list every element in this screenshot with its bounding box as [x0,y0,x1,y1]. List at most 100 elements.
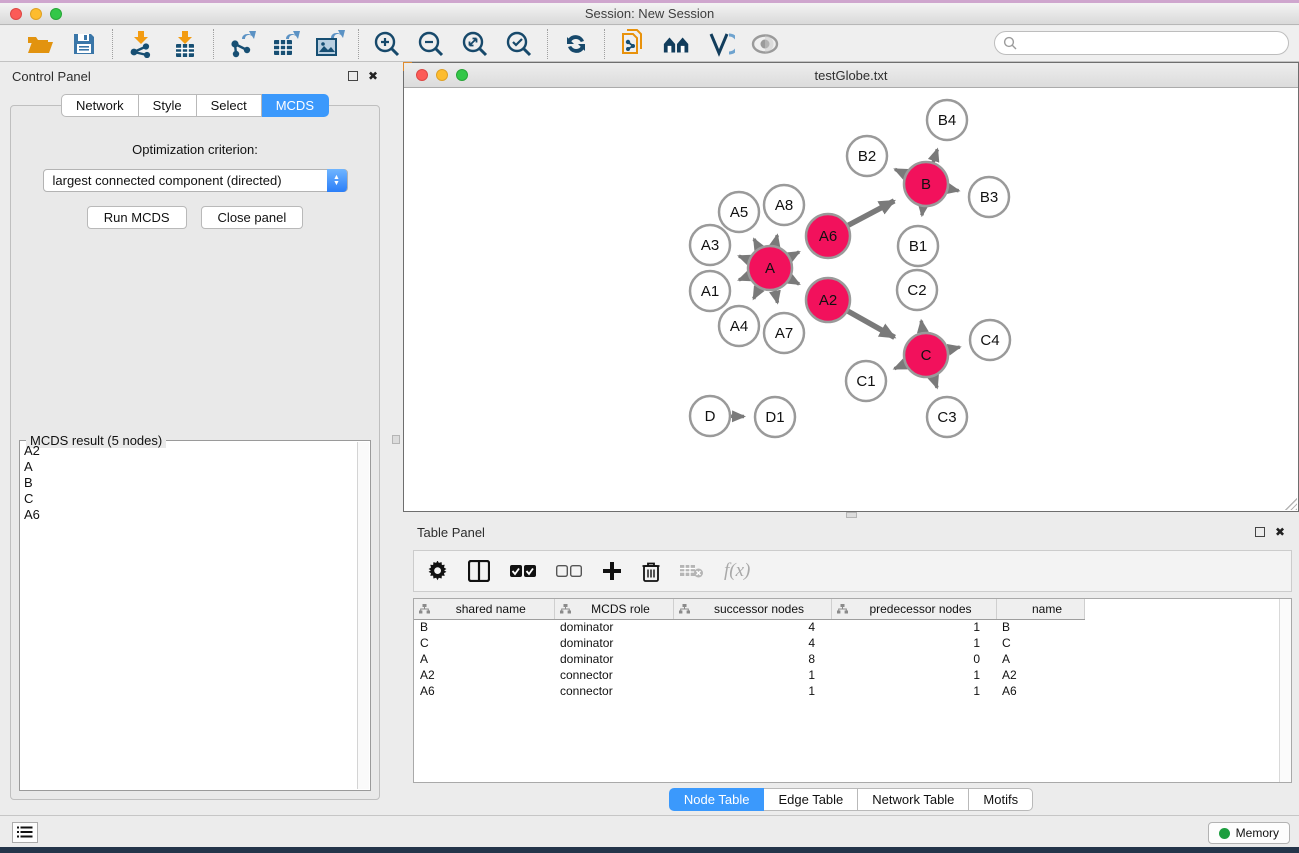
result-scrollbar[interactable] [357,442,369,789]
table-cell[interactable]: A2 [414,667,554,683]
table-cell[interactable]: C [414,635,554,651]
clone-network-icon[interactable] [618,29,648,59]
node-A2[interactable]: A2 [806,278,850,322]
table-cell[interactable]: 4 [673,619,831,635]
show-all-columns-icon[interactable] [510,565,536,578]
result-item[interactable]: A2 [24,443,356,459]
network-graph[interactable]: B4B2BB3A8A5A6A3B1AC2A1A2A4A7C4CC1C3DD1 [404,88,1298,511]
result-item[interactable]: A [24,459,356,475]
table-cell[interactable]: 4 [673,635,831,651]
table-cell[interactable]: A2 [996,667,1084,683]
table-cell[interactable]: C [996,635,1084,651]
function-builder-icon[interactable]: f(x) [724,560,750,582]
table-scrollbar[interactable] [1279,599,1291,782]
node-A3[interactable]: A3 [690,225,730,265]
table-cell[interactable]: A [414,651,554,667]
zoom-in-icon[interactable] [372,29,402,59]
node-B4[interactable]: B4 [927,100,967,140]
column-header-MCDS-role[interactable]: MCDS role [554,599,673,619]
open-session-icon[interactable] [25,29,55,59]
hide-panel-eye-icon[interactable] [750,29,780,59]
float-panel-icon[interactable] [348,71,358,81]
node-C[interactable]: C [904,333,948,377]
table-row[interactable]: Cdominator41C [414,635,1084,651]
node-C2[interactable]: C2 [897,270,937,310]
zoom-out-icon[interactable] [416,29,446,59]
table-cell[interactable]: A [996,651,1084,667]
refresh-layout-icon[interactable] [561,29,591,59]
node-C4[interactable]: C4 [970,320,1010,360]
table-cell[interactable]: dominator [554,651,673,667]
import-table-icon[interactable] [170,29,200,59]
node-A[interactable]: A [748,246,792,290]
export-table-icon[interactable] [271,29,301,59]
node-C3[interactable]: C3 [927,397,967,437]
node-A4[interactable]: A4 [719,306,759,346]
table-cell[interactable]: 1 [831,635,996,651]
result-item[interactable]: A6 [24,507,356,523]
run-mcds-button[interactable]: Run MCDS [87,206,187,229]
node-B2[interactable]: B2 [847,136,887,176]
table-cell[interactable]: connector [554,667,673,683]
hide-all-columns-icon[interactable] [556,565,582,578]
table-cell[interactable]: 1 [831,667,996,683]
table-cell[interactable]: 1 [673,667,831,683]
column-browser-icon[interactable] [468,560,490,582]
splitter-handle[interactable] [846,512,857,518]
tab-node-table[interactable]: Node Table [669,788,765,811]
first-neighbors-icon[interactable] [662,29,692,59]
tab-mcds[interactable]: MCDS [262,94,329,117]
node-B[interactable]: B [904,162,948,206]
result-item[interactable]: B [24,475,356,491]
save-session-icon[interactable] [69,29,99,59]
import-network-icon[interactable] [126,29,156,59]
table-row[interactable]: A2connector11A2 [414,667,1084,683]
edge-A2-C[interactable] [845,310,894,338]
table-cell[interactable]: B [414,619,554,635]
table-cell[interactable]: A6 [414,683,554,699]
column-header-predecessor-nodes[interactable]: predecessor nodes [831,599,996,619]
tab-network[interactable]: Network [61,94,139,117]
node-B3[interactable]: B3 [969,177,1009,217]
zoom-selected-icon[interactable] [504,29,534,59]
table-cell[interactable]: A6 [996,683,1084,699]
close-panel-button[interactable]: Close panel [201,206,304,229]
table-cell[interactable]: dominator [554,619,673,635]
task-history-button[interactable] [12,822,38,843]
table-cell[interactable]: 8 [673,651,831,667]
node-A6[interactable]: A6 [806,214,850,258]
column-header-name[interactable]: name [996,599,1084,619]
table-settings-gear-icon[interactable] [428,561,448,581]
node-D1[interactable]: D1 [755,397,795,437]
column-header-shared-name[interactable]: shared name [414,599,554,619]
float-table-panel-icon[interactable] [1255,527,1265,537]
export-network-icon[interactable] [227,29,257,59]
node-C1[interactable]: C1 [846,361,886,401]
node-A8[interactable]: A8 [764,185,804,225]
table-cell[interactable]: 1 [831,683,996,699]
table-row[interactable]: A6connector11A6 [414,683,1084,699]
edge-A6-B[interactable] [846,201,895,227]
show-graphics-details-icon[interactable] [706,29,736,59]
search-input[interactable] [994,31,1289,55]
table-cell[interactable]: 1 [673,683,831,699]
mcds-result-list[interactable]: A2ABCA6 [24,443,356,788]
result-item[interactable]: C [24,491,356,507]
table-cell[interactable]: B [996,619,1084,635]
table-cell[interactable]: connector [554,683,673,699]
vertical-splitter[interactable] [390,62,403,815]
node-A1[interactable]: A1 [690,271,730,311]
tab-network-table[interactable]: Network Table [858,788,969,811]
table-row[interactable]: Adominator80A [414,651,1084,667]
node-A7[interactable]: A7 [764,313,804,353]
delete-table-icon[interactable] [680,563,704,579]
create-column-icon[interactable] [602,561,622,581]
zoom-fit-icon[interactable] [460,29,490,59]
memory-button[interactable]: Memory [1208,822,1290,844]
table-row[interactable]: Bdominator41B [414,619,1084,635]
tab-select[interactable]: Select [197,94,262,117]
tab-edge-table[interactable]: Edge Table [764,788,858,811]
table-cell[interactable]: dominator [554,635,673,651]
splitter-handle[interactable] [392,435,400,444]
node-D[interactable]: D [690,396,730,436]
